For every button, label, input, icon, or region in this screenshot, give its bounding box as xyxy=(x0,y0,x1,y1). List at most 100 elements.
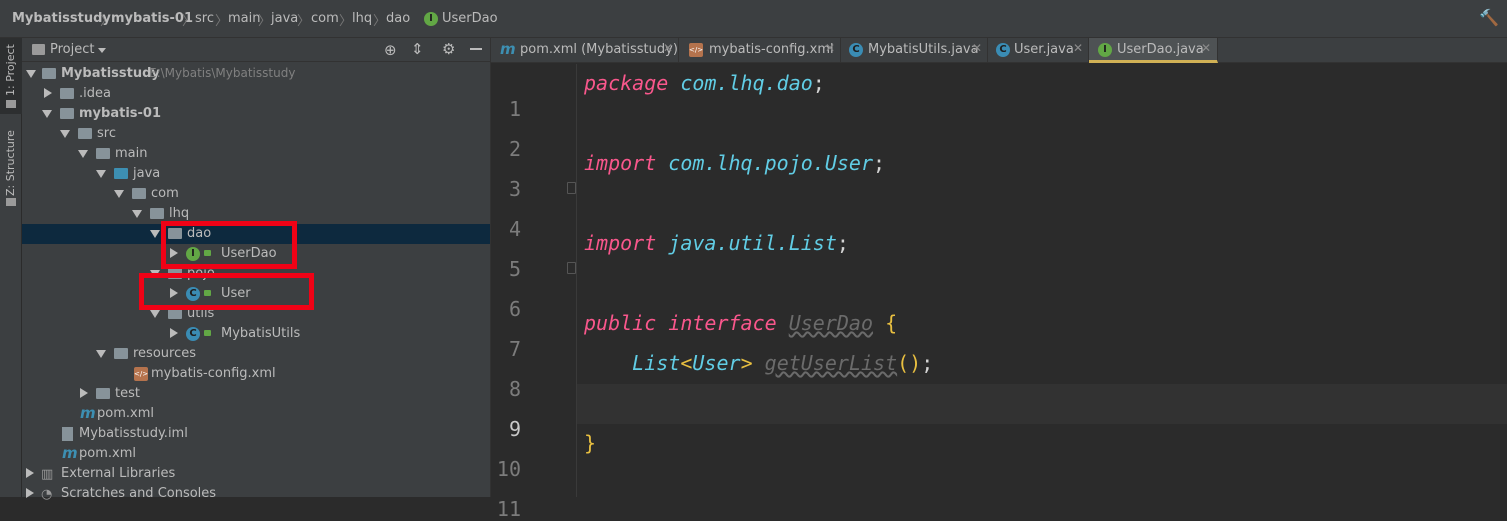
folder-icon xyxy=(60,88,74,99)
collapse-arrow-icon[interactable] xyxy=(80,388,88,398)
tree-path: E:\Mybatis\Mybatisstudy xyxy=(149,66,296,80)
tree-item-external-libraries[interactable]: ▥ External Libraries xyxy=(22,464,490,484)
tab-pom-xml[interactable]: m pom.xml (Mybatisstudy) ✕ xyxy=(491,38,679,63)
code-line-3[interactable]: import com.lhq.pojo.User; xyxy=(584,151,885,175)
collapse-all-icon[interactable]: ⇕ xyxy=(411,40,424,58)
code-line-8[interactable]: List<User> getUserList(); xyxy=(584,351,933,375)
keyword: import xyxy=(584,231,657,255)
line-number-current: 9 xyxy=(508,417,521,441)
folder-icon xyxy=(96,388,110,399)
expand-arrow-icon[interactable] xyxy=(132,210,142,218)
tree-item-mybatis-01[interactable]: mybatis-01 xyxy=(22,104,490,124)
line-number: 8 xyxy=(508,377,521,401)
editor-tabs: m pom.xml (Mybatisstudy) ✕ </> mybatis-c… xyxy=(491,38,1507,63)
project-view-icon xyxy=(32,44,45,55)
breadcrumb-src[interactable]: src xyxy=(195,11,214,26)
collapse-arrow-icon[interactable] xyxy=(170,328,178,338)
parentheses: () xyxy=(897,351,922,375)
breadcrumb-com[interactable]: com xyxy=(311,11,339,26)
interface-icon: I xyxy=(1098,43,1112,57)
fold-marker-icon[interactable] xyxy=(567,262,576,274)
tree-item-mybatis-config[interactable]: </> mybatis-config.xml xyxy=(22,364,490,384)
package-icon xyxy=(150,208,164,219)
class-icon: C xyxy=(186,327,200,341)
line-number: 5 xyxy=(508,257,521,281)
tree-item-src[interactable]: src xyxy=(22,124,490,144)
interface-icon: I xyxy=(424,12,438,26)
tree-item-java[interactable]: java xyxy=(22,164,490,184)
collapse-arrow-icon[interactable] xyxy=(44,88,52,98)
close-icon[interactable]: ✕ xyxy=(825,41,835,55)
scratches-icon: ◔ xyxy=(41,487,53,502)
type-name: User xyxy=(692,351,741,375)
close-icon[interactable]: ✕ xyxy=(1073,41,1083,55)
code-line-5[interactable]: import java.util.List; xyxy=(584,231,849,255)
locate-icon[interactable]: ⊕ xyxy=(384,41,397,59)
project-tool-label[interactable]: 1: Project xyxy=(4,44,17,96)
type-name: List xyxy=(632,351,681,375)
build-hammer-icon[interactable]: 🔨 xyxy=(1479,8,1499,27)
tree-item-test[interactable]: test xyxy=(22,384,490,404)
chevron-right-icon: 〉 xyxy=(373,14,387,29)
project-view-selector[interactable]: Project xyxy=(50,42,94,57)
code-line-7[interactable]: public interface UserDao { xyxy=(584,311,897,335)
semicolon: ; xyxy=(812,71,825,95)
tree-item-com[interactable]: com xyxy=(22,184,490,204)
code-line-1[interactable]: package com.lhq.dao; xyxy=(584,71,825,95)
tab-userdao-java[interactable]: I UserDao.java ✕ xyxy=(1089,38,1218,63)
tab-mybatisutils[interactable]: C MybatisUtils.java ✕ xyxy=(841,38,988,63)
breadcrumb-userdao[interactable]: UserDao xyxy=(442,11,498,26)
fold-marker-icon[interactable] xyxy=(567,182,576,194)
tab-label: mybatis-config.xml xyxy=(709,42,834,57)
semicolon: ; xyxy=(836,231,849,255)
tab-mybatis-config[interactable]: </> mybatis-config.xml ✕ xyxy=(679,38,841,63)
expand-arrow-icon[interactable] xyxy=(150,230,160,238)
expand-arrow-icon[interactable] xyxy=(78,150,88,158)
expand-arrow-icon[interactable] xyxy=(150,310,160,318)
code-line-10[interactable]: } xyxy=(584,431,596,455)
tool-window-stripe: 1: Project Z: Structure xyxy=(0,38,22,497)
tree-item-scratches[interactable]: ◔ Scratches and Consoles xyxy=(22,484,490,504)
tree-label: com xyxy=(151,186,179,201)
tree-item-idea[interactable]: .idea xyxy=(22,84,490,104)
gear-icon[interactable]: ⚙ xyxy=(442,40,455,58)
project-panel: Project ⊕ ⇕ ⚙ Mybatisstudy E:\Mybatis\My… xyxy=(22,38,490,502)
tree-item-mybatisutils[interactable]: C MybatisUtils xyxy=(22,324,490,344)
tree-item-pom-module[interactable]: m pom.xml xyxy=(22,404,490,424)
tree-item-mybatisstudy[interactable]: Mybatisstudy E:\Mybatis\Mybatisstudy xyxy=(22,64,490,84)
expand-arrow-icon[interactable] xyxy=(96,350,106,358)
breadcrumb-project[interactable]: Mybatisstudy xyxy=(12,11,111,26)
chevron-down-icon[interactable] xyxy=(98,48,106,53)
structure-tool-label[interactable]: Z: Structure xyxy=(4,130,17,196)
hide-icon[interactable] xyxy=(470,48,482,50)
brace: } xyxy=(584,431,597,455)
maven-icon: m xyxy=(62,444,78,462)
close-icon[interactable]: ✕ xyxy=(1201,41,1211,55)
close-icon[interactable]: ✕ xyxy=(972,41,982,55)
resources-folder-icon xyxy=(114,348,128,359)
tree-label: test xyxy=(115,386,140,401)
close-icon[interactable]: ✕ xyxy=(663,41,673,55)
breadcrumb-dao[interactable]: dao xyxy=(386,11,410,26)
tab-user-java[interactable]: C User.java ✕ xyxy=(988,38,1089,63)
breadcrumb-module[interactable]: mybatis-01 xyxy=(111,11,193,26)
expand-arrow-icon[interactable] xyxy=(26,70,36,78)
tree-item-pom-root[interactable]: m pom.xml xyxy=(22,444,490,464)
expand-arrow-icon[interactable] xyxy=(114,190,124,198)
breadcrumb-main[interactable]: main xyxy=(228,11,260,26)
editor-area: m pom.xml (Mybatisstudy) ✕ </> mybatis-c… xyxy=(490,38,1507,521)
module-folder-icon xyxy=(42,68,56,79)
tree-label: mybatis-01 xyxy=(79,106,161,121)
tree-item-resources[interactable]: resources xyxy=(22,344,490,364)
maven-icon: m xyxy=(80,404,96,422)
breadcrumb-java[interactable]: java xyxy=(271,11,298,26)
expand-arrow-icon[interactable] xyxy=(96,170,106,178)
expand-arrow-icon[interactable] xyxy=(60,130,70,138)
tree-item-iml[interactable]: Mybatisstudy.iml xyxy=(22,424,490,444)
xml-file-icon: </> xyxy=(134,367,148,381)
tree-label: External Libraries xyxy=(61,466,176,481)
tree-item-main[interactable]: main xyxy=(22,144,490,164)
expand-arrow-icon[interactable] xyxy=(42,110,52,118)
breadcrumb-lhq[interactable]: lhq xyxy=(352,11,372,26)
collapse-arrow-icon[interactable] xyxy=(26,468,34,478)
